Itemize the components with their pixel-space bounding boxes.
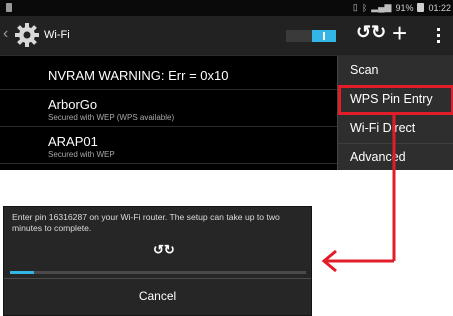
add-network-icon[interactable]: + — [392, 18, 407, 48]
overflow-menu-icon[interactable] — [437, 28, 441, 46]
battery-percent: 91% — [395, 2, 414, 13]
wps-push-icon[interactable]: ↺↻ — [356, 22, 386, 43]
menu-item-wps-pin-entry[interactable]: WPS Pin Entry — [338, 85, 453, 115]
back-chevron-icon[interactable]: ‹ — [3, 25, 8, 43]
battery-icon — [417, 3, 425, 12]
clock: 01:22 — [428, 2, 451, 13]
signal-icon: ▂▄▆ — [371, 2, 392, 12]
menu-item-scan[interactable]: Scan — [338, 56, 453, 86]
wps-progress-fill — [10, 271, 34, 274]
bluetooth-icon: ᛒ — [361, 2, 368, 13]
wps-pin-message: Enter pin 16316287 on your Wi-Fi router.… — [12, 212, 280, 233]
network-security: Secured with WEP — [48, 150, 115, 159]
network-security: Secured with WEP (WPS available) — [48, 113, 175, 122]
menu-item-wifi-direct[interactable]: Wi-Fi Direct — [338, 114, 453, 144]
cancel-button[interactable]: Cancel — [4, 279, 311, 315]
page-title: Wi-Fi — [44, 29, 70, 41]
overflow-menu: Scan WPS Pin Entry Wi-Fi Direct Advanced — [337, 56, 453, 170]
no-sim-icon: ▯ — [352, 2, 358, 12]
settings-gear-icon[interactable] — [12, 20, 42, 50]
wifi-settings-screen: ▯ ᛒ ▂▄▆ 91% 01:22 ‹ Wi-Fi ↺↻ + NVRAM WAR… — [0, 0, 453, 170]
wifi-toggle-thumb — [312, 30, 336, 42]
action-bar: ‹ Wi-Fi ↺↻ + — [0, 16, 453, 56]
network-ssid: ARAP01 — [48, 134, 98, 149]
wps-pin-dialog: Enter pin 16316287 on your Wi-Fi router.… — [3, 206, 312, 316]
nvram-warning: NVRAM WARNING: Err = 0x10 — [48, 68, 229, 83]
sim-icon — [6, 3, 12, 12]
wps-icon: ↺↻ — [153, 242, 175, 257]
network-ssid: ArborGo — [48, 97, 98, 112]
wifi-toggle[interactable] — [286, 30, 336, 42]
status-bar: ▯ ᛒ ▂▄▆ 91% 01:22 — [0, 0, 453, 16]
wps-progress-bar — [10, 271, 306, 274]
menu-item-advanced[interactable]: Advanced — [338, 143, 453, 170]
